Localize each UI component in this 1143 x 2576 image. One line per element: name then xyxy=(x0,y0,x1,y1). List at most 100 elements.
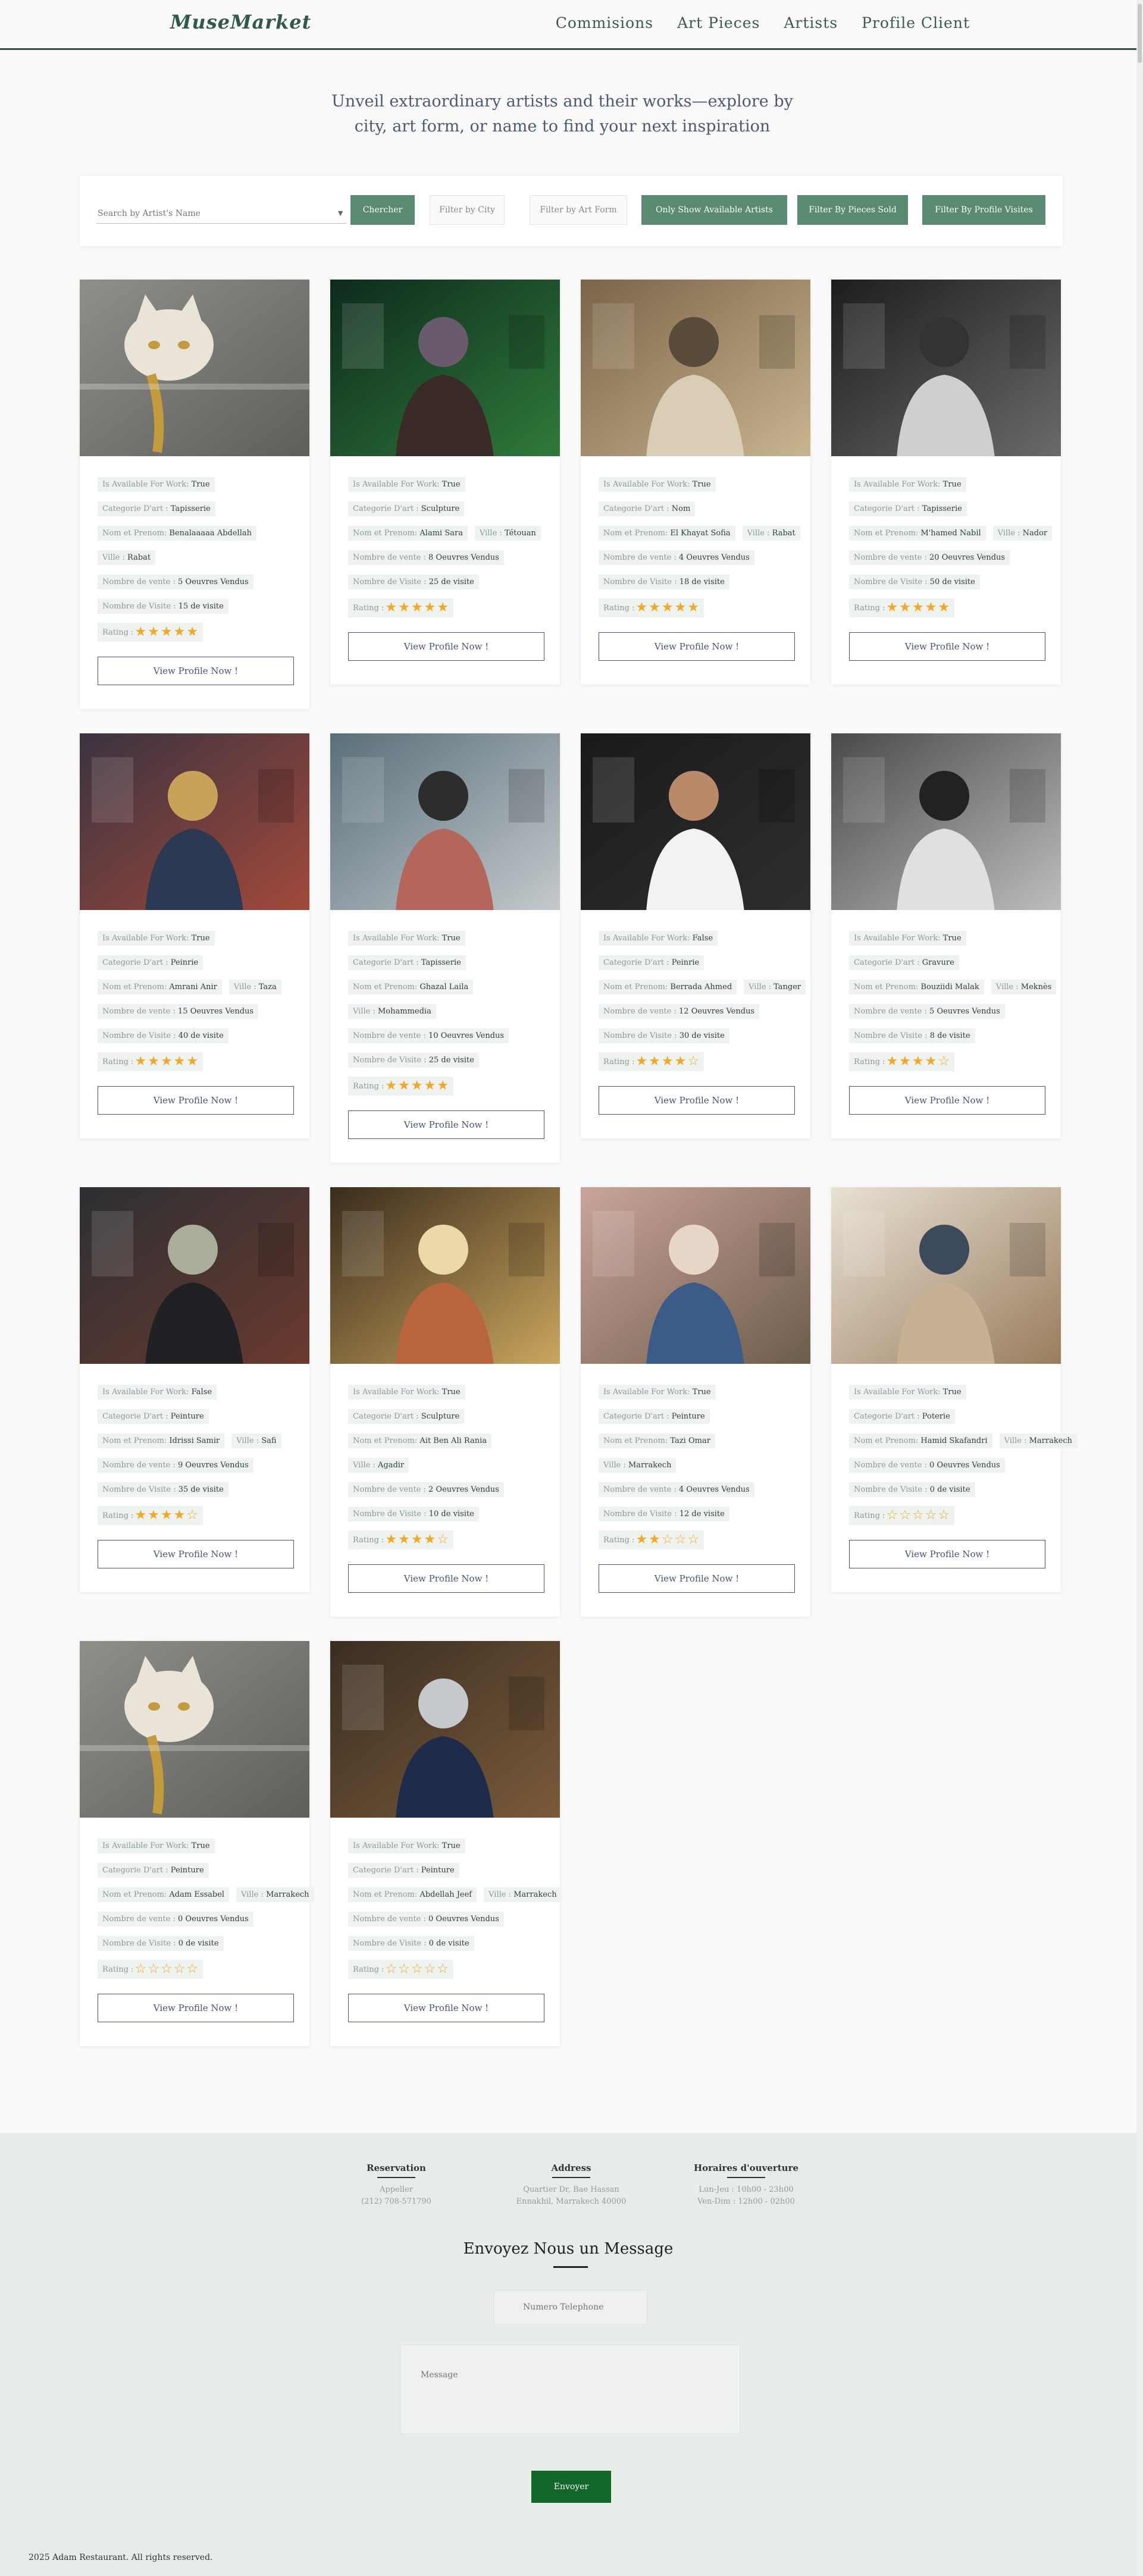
card-sold: Nombre de vente : 9 Oeuvres Vendus xyxy=(98,1457,253,1473)
card-rating: Rating : ★ ★ ★ ★ ☆ xyxy=(849,1052,955,1071)
card-available: Is Available For Work: True xyxy=(849,1384,966,1400)
view-profile-button[interactable]: View Profile Now ! xyxy=(599,1564,795,1593)
card-row: Categorie D'art : Sculpture xyxy=(348,500,465,517)
card-available: Is Available For Work: True xyxy=(348,476,465,492)
card-row: Nom et Prenom: Berrada Ahmed Ville : Tang… xyxy=(599,978,806,995)
artist-photo-art xyxy=(831,733,1061,910)
artist-search-input[interactable] xyxy=(96,203,346,224)
nav-commisions[interactable]: Commisions xyxy=(556,14,653,32)
artist-photo[interactable] xyxy=(581,733,810,910)
footer: Reservation Appeller (212) 708-571790 Ad… xyxy=(0,2133,1136,2576)
star-filled-icon: ★ xyxy=(160,625,173,639)
star-filled-icon: ★ xyxy=(886,1054,898,1069)
artist-photo[interactable] xyxy=(80,280,309,456)
search-dropdown-icon[interactable]: ▼ xyxy=(338,209,343,217)
card-category: Categorie D'art : Peinrie xyxy=(98,955,203,970)
send-button[interactable]: Envoyer xyxy=(531,2471,611,2503)
available-artists-button[interactable]: Only Show Available Artists xyxy=(641,195,787,225)
view-profile-button[interactable]: View Profile Now ! xyxy=(98,1994,294,2022)
artist-photo[interactable] xyxy=(330,1187,560,1364)
star-filled-icon: ★ xyxy=(635,1532,648,1547)
card-category: Categorie D'art : Tapisserie xyxy=(98,501,215,516)
card-rating: Rating : ★ ★ ★ ★ ★ xyxy=(98,623,203,642)
top-navbar: MuseMarket Commisions Art Pieces Artists… xyxy=(0,0,1136,50)
artist-photo[interactable] xyxy=(80,1641,309,1818)
star-filled-icon: ★ xyxy=(385,600,397,615)
view-profile-button[interactable]: View Profile Now ! xyxy=(98,1086,294,1115)
view-profile-button[interactable]: View Profile Now ! xyxy=(849,632,1045,661)
star-filled-icon: ★ xyxy=(160,1054,173,1069)
view-profile-button[interactable]: View Profile Now ! xyxy=(98,657,294,685)
view-profile-button[interactable]: View Profile Now ! xyxy=(849,1086,1045,1115)
card-row: Categorie D'art : Tapisserie xyxy=(849,500,967,517)
pieces-sold-filter-button[interactable]: Filter By Pieces Sold xyxy=(797,195,908,225)
footer-hours: Horaires d'ouverture Lun-Jeu : 10h00 - 2… xyxy=(663,2163,829,2208)
artist-photo[interactable] xyxy=(831,280,1061,456)
site-logo[interactable]: MuseMarket xyxy=(170,11,311,33)
card-rating: Rating : ★ ★ ☆ ☆ ☆ xyxy=(599,1530,704,1549)
artist-card: Is Available For Work: True Categorie D'a… xyxy=(831,280,1061,685)
nav-artists[interactable]: Artists xyxy=(784,14,838,32)
card-row: Is Available For Work: True xyxy=(98,476,215,492)
card-name: Nom et Prenom: Hamid Skafandri xyxy=(849,1433,992,1448)
star-filled-icon: ★ xyxy=(173,1054,186,1069)
hours-line: Lun-Jeu : 10h00 - 23h00 xyxy=(699,2185,794,2194)
artist-photo[interactable] xyxy=(581,1187,810,1364)
card-row: Nom et Prenom: Amrani Anir Ville : Taza xyxy=(98,978,281,995)
artist-card: Is Available For Work: True Categorie D'a… xyxy=(80,733,309,1138)
artist-photo[interactable] xyxy=(831,1187,1061,1364)
card-row: Categorie D'art : Peinrie xyxy=(98,954,203,971)
artist-photo[interactable] xyxy=(330,733,560,910)
view-profile-button[interactable]: View Profile Now ! xyxy=(599,632,795,661)
star-filled-icon: ★ xyxy=(661,600,674,615)
card-category: Categorie D'art : Poterie xyxy=(849,1408,955,1424)
page-scrollbar[interactable] xyxy=(1136,0,1143,2576)
search-button[interactable]: Chercher xyxy=(350,195,415,225)
card-row: Nombre de Visite : 10 de visite xyxy=(348,1505,479,1522)
view-profile-button[interactable]: View Profile Now ! xyxy=(348,632,544,661)
star-filled-icon: ★ xyxy=(674,600,687,615)
artist-photo[interactable] xyxy=(581,280,810,456)
view-profile-button[interactable]: View Profile Now ! xyxy=(348,1564,544,1593)
star-filled-icon: ★ xyxy=(398,1078,410,1093)
card-row: Nombre de Visite : 30 de visite xyxy=(599,1027,729,1044)
nav-profile-client[interactable]: Profile Client xyxy=(862,14,970,32)
card-row: Nombre de vente : 5 Oeuvres Vendus xyxy=(849,1003,1005,1019)
star-filled-icon: ★ xyxy=(938,600,950,615)
card-row: Categorie D'art : Peinture xyxy=(599,1408,710,1425)
view-profile-button[interactable]: View Profile Now ! xyxy=(599,1086,795,1115)
card-available: Is Available For Work: True xyxy=(599,476,716,492)
artist-photo[interactable] xyxy=(831,733,1061,910)
view-profile-button[interactable]: View Profile Now ! xyxy=(348,1110,544,1139)
artist-photo[interactable] xyxy=(80,1187,309,1364)
view-profile-button[interactable]: View Profile Now ! xyxy=(348,1994,544,2022)
artist-photo-art xyxy=(581,1187,810,1364)
nav-art-pieces[interactable]: Art Pieces xyxy=(677,14,760,32)
star-filled-icon: ★ xyxy=(635,1054,648,1069)
view-profile-button[interactable]: View Profile Now ! xyxy=(849,1540,1045,1568)
card-row: Is Available For Work: True xyxy=(599,476,716,492)
artist-photo[interactable] xyxy=(330,280,560,456)
profile-visites-filter-button[interactable]: Filter By Profile Visites xyxy=(922,195,1045,225)
view-profile-button[interactable]: View Profile Now ! xyxy=(98,1540,294,1568)
city-filter-input[interactable]: Filter by City xyxy=(430,195,505,225)
card-row: Nom et Prenom: Adam Essabel Ville : Marra… xyxy=(98,1886,314,1903)
card-name: Nom et Prenom: Ait Ben Ali Rania xyxy=(348,1433,492,1448)
artform-filter-input[interactable]: Filter by Art Form xyxy=(530,195,627,225)
message-input[interactable] xyxy=(400,2345,740,2434)
card-row: Ville : Agadir xyxy=(348,1457,409,1473)
artist-photo[interactable] xyxy=(80,733,309,910)
star-empty-icon: ☆ xyxy=(148,1962,159,1976)
card-visits: Nombre de Visite : 0 de visite xyxy=(98,1935,224,1951)
scrollbar-thumb[interactable] xyxy=(1138,4,1142,63)
artist-photo[interactable] xyxy=(330,1641,560,1818)
card-visits: Nombre de Visite : 8 de visite xyxy=(849,1028,975,1043)
card-row: Nombre de vente : 20 Oeuvres Vendus xyxy=(849,549,1010,566)
card-sold: Nombre de vente : 2 Oeuvres Vendus xyxy=(348,1482,504,1497)
card-rating: Rating : ★ ★ ★ ★ ☆ xyxy=(348,1530,454,1549)
phone-input[interactable] xyxy=(494,2290,647,2324)
copyright: 2025 Adam Restaurant. All rights reserve… xyxy=(29,2553,213,2562)
card-sold: Nombre de vente : 15 Oeuvres Vendus xyxy=(98,1003,259,1019)
star-filled-icon: ★ xyxy=(925,600,937,615)
star-empty-icon: ☆ xyxy=(385,1962,397,1976)
